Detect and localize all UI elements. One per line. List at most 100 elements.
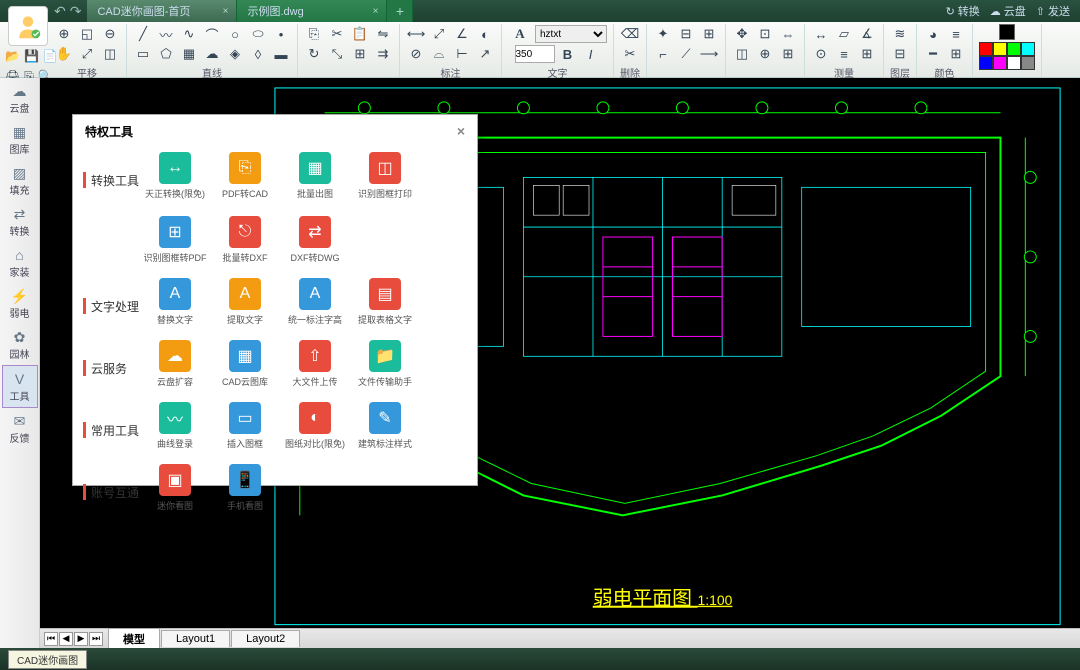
array-icon[interactable]: ⊞ [350, 44, 370, 64]
avatar[interactable] [8, 6, 48, 46]
tool-item[interactable]: ▦CAD云图库 [219, 340, 271, 388]
send-button[interactable]: ⇧ 发送 [1036, 3, 1070, 19]
tool-item[interactable]: ⇧大文件上传 [289, 340, 341, 388]
ltype-icon[interactable]: ≡ [946, 24, 966, 44]
tab-model[interactable]: 模型 [108, 628, 160, 649]
tab-layout2[interactable]: Layout2 [231, 630, 300, 647]
tool-item[interactable]: 📱手机看图 [219, 464, 271, 512]
cloud-icon[interactable]: ☁ [202, 44, 222, 64]
tab-file[interactable]: 示例图.dwg× [237, 0, 387, 22]
sidebar-item-3[interactable]: ⇄转换 [2, 201, 38, 242]
font-select[interactable]: hztxt [535, 25, 607, 43]
tool-item[interactable]: ▭插入图框 [219, 402, 271, 450]
redo-arrow[interactable]: ↷ [70, 3, 82, 20]
fillet-icon[interactable]: ⌐ [653, 44, 673, 64]
tool-item[interactable]: A替换文字 [149, 278, 201, 326]
convert-button[interactable]: ↻ 转换 [946, 3, 980, 19]
mirror-icon[interactable]: ⇋ [373, 24, 393, 44]
cloud-button[interactable]: ☁ 云盘 [990, 3, 1026, 19]
tab-prev-icon[interactable]: ◀ [59, 632, 73, 646]
ellipse-icon[interactable]: ⬭ [248, 24, 268, 44]
layer-icon[interactable]: ≋ [890, 24, 910, 44]
tool-item[interactable]: ⊞识别图框转PDF [149, 216, 201, 264]
color-swatch[interactable] [1007, 42, 1021, 56]
sidebar-item-4[interactable]: ⌂家装 [2, 242, 38, 283]
props-icon[interactable]: ⊞ [946, 44, 966, 64]
copy-icon[interactable]: ⎘ [304, 24, 324, 44]
trim-icon[interactable]: ✂ [620, 44, 640, 64]
tool-item[interactable]: ▤提取表格文字 [359, 278, 411, 326]
sidebar-item-2[interactable]: ▨填充 [2, 160, 38, 201]
color-swatch[interactable] [1021, 42, 1035, 56]
undo-arrow[interactable]: ↶ [54, 3, 66, 20]
zoomext-icon[interactable]: ⤢ [77, 44, 97, 64]
sidebar-item-5[interactable]: ⚡弱电 [2, 283, 38, 324]
color-swatch[interactable] [979, 42, 993, 56]
break-icon[interactable]: ⊟ [676, 24, 696, 44]
tool-item[interactable]: 〰曲线登录 [149, 402, 201, 450]
close-icon[interactable]: × [457, 123, 465, 140]
close-icon[interactable]: × [373, 6, 379, 17]
tool-item[interactable]: 📁文件传输助手 [359, 340, 411, 388]
tool-item[interactable]: A提取文字 [219, 278, 271, 326]
tool-item[interactable]: ▦批量出图 [289, 152, 341, 200]
dimdia-icon[interactable]: ⊘ [406, 44, 426, 64]
leader-icon[interactable]: ↗ [475, 44, 495, 64]
zoomall-icon[interactable]: ◫ [100, 44, 120, 64]
lweight-icon[interactable]: ━ [923, 44, 943, 64]
calc-icon[interactable]: ⊞ [857, 44, 877, 64]
sidebar-item-6[interactable]: ✿园林 [2, 324, 38, 365]
id-icon[interactable]: ⊙ [811, 44, 831, 64]
tool-item[interactable]: ◫识别图框打印 [359, 152, 411, 200]
rotate-icon[interactable]: ↻ [304, 44, 324, 64]
pan-icon[interactable]: ✋ [54, 44, 74, 64]
sidebar-item-0[interactable]: ☁云盘 [2, 78, 38, 119]
explode-icon[interactable]: ✦ [653, 24, 673, 44]
sidebar-item-8[interactable]: ✉反馈 [2, 408, 38, 449]
zoomin-icon[interactable]: ⊕ [54, 24, 74, 44]
tab-home[interactable]: CAD迷你画图-首页× [87, 0, 237, 22]
tool-item[interactable]: A统一标注字高 [289, 278, 341, 326]
group-icon[interactable]: ⊞ [778, 44, 798, 64]
dimalign-icon[interactable]: ⤢ [429, 24, 449, 44]
color-swatch[interactable] [1021, 56, 1035, 70]
tool-item[interactable]: ▣迷你看图 [149, 464, 201, 512]
open-icon[interactable]: 📂 [4, 47, 21, 65]
wipeout-icon[interactable]: ▬ [271, 44, 291, 64]
stretch-icon[interactable]: ⇔ [778, 24, 798, 44]
tool-item[interactable]: ⎋批量转DXF [219, 216, 271, 264]
dimlin-icon[interactable]: ⟷ [406, 24, 426, 44]
tool-item[interactable]: ✎建筑标注样式 [359, 402, 411, 450]
current-color[interactable] [999, 24, 1015, 40]
insert-icon[interactable]: ⊕ [755, 44, 775, 64]
rect-icon[interactable]: ▭ [133, 44, 153, 64]
color-swatch[interactable] [979, 56, 993, 70]
chamfer-icon[interactable]: ⟋ [676, 44, 696, 64]
tab-last-icon[interactable]: ⏭ [89, 632, 103, 646]
tab-next-icon[interactable]: ▶ [74, 632, 88, 646]
color-swatch[interactable] [993, 56, 1007, 70]
paste-icon[interactable]: 📋 [350, 24, 370, 44]
block-icon[interactable]: ◫ [732, 44, 752, 64]
region-icon[interactable]: ◈ [225, 44, 245, 64]
erase-icon[interactable]: ⌫ [620, 24, 640, 44]
boundary-icon[interactable]: ◊ [248, 44, 268, 64]
sidebar-item-1[interactable]: ▦图库 [2, 119, 38, 160]
align-icon[interactable]: ⊡ [755, 24, 775, 44]
line-icon[interactable]: ╱ [133, 24, 153, 44]
color-swatch[interactable] [1007, 56, 1021, 70]
dimang-icon[interactable]: ∠ [452, 24, 472, 44]
offset-icon[interactable]: ⇉ [373, 44, 393, 64]
zoomout-icon[interactable]: ⊖ [100, 24, 120, 44]
circle-icon[interactable]: ○ [225, 24, 245, 44]
spline-icon[interactable]: ∿ [179, 24, 199, 44]
tool-item[interactable]: ⎘PDF转CAD [219, 152, 271, 200]
angle-icon[interactable]: ∡ [857, 24, 877, 44]
extend-icon[interactable]: ⟶ [699, 44, 719, 64]
point-icon[interactable]: • [271, 24, 291, 44]
text-icon[interactable]: A [508, 24, 532, 44]
italic-button[interactable]: I [581, 44, 601, 64]
sidebar-item-7[interactable]: V工具 [2, 365, 38, 408]
colorwheel-icon[interactable]: ◕ [923, 24, 943, 44]
dist-icon[interactable]: ↔ [811, 24, 831, 44]
